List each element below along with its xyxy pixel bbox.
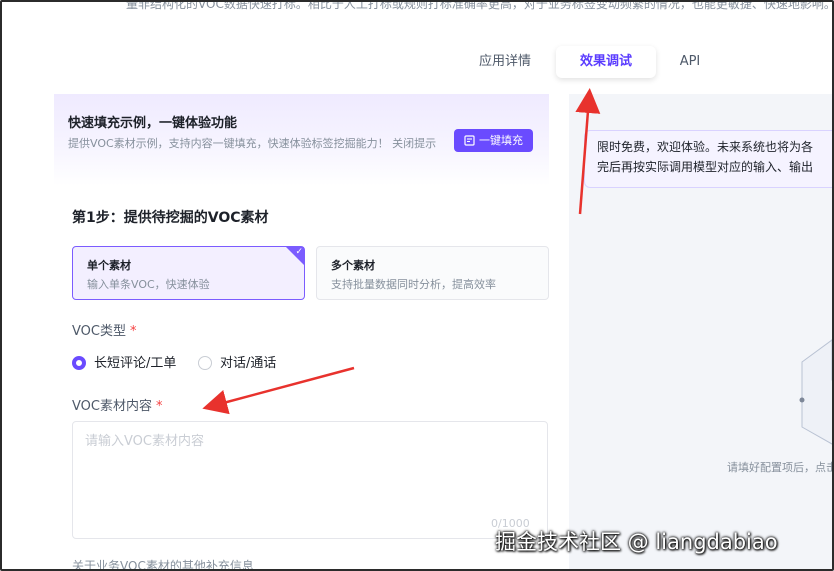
- voc-type-label: VOC类型 *: [72, 324, 137, 339]
- hexagon-illustration-icon: [799, 339, 832, 445]
- free-trial-notice: 限时免费，欢迎体验。未来系统也将为各 完后再按实际调用模型对应的输入、输出: [584, 130, 832, 188]
- one-click-fill-button[interactable]: 一键填充: [454, 129, 533, 152]
- app-window: 量非结构化的VOC数据快速打标。相比于人工打标或规则打标准确率更高，对于业务标签…: [0, 0, 834, 571]
- voc-content-label: VOC素材内容 *: [72, 399, 163, 414]
- option-multiple-desc: 支持批量数据同时分析，提高效率: [331, 278, 496, 291]
- banner-description: 提供VOC素材示例，支持内容一键填充，快速体验标签挖掘能力！ 关闭提示: [68, 137, 437, 150]
- radio-checked-icon: [72, 356, 86, 370]
- option-single-desc: 输入单条VOC，快速体验: [87, 278, 210, 291]
- extra-info-label: 关于业务VOC素材的其他补充信息: [72, 559, 254, 571]
- option-single-material[interactable]: 单个素材 输入单条VOC，快速体验 ✓: [72, 246, 305, 300]
- notice-line-1: 限时免费，欢迎体验。未来系统也将为各: [597, 140, 814, 154]
- tab-effect-debug[interactable]: 效果调试: [556, 46, 656, 78]
- page-description: 量非结构化的VOC数据快速打标。相比于人工打标或规则打标准确率更高，对于业务标签…: [126, 0, 834, 11]
- option-multiple-material[interactable]: 多个素材 支持批量数据同时分析，提高效率: [316, 246, 549, 300]
- empty-result-hint: 请填好配置项后，点击: [727, 461, 834, 474]
- option-multiple-title: 多个素材: [331, 259, 375, 272]
- voc-content-input[interactable]: 请输入VOC素材内容: [72, 421, 548, 539]
- tab-app-details[interactable]: 应用详情: [460, 46, 550, 78]
- check-icon: ✓: [295, 247, 303, 257]
- required-mark: *: [129, 324, 137, 339]
- radio-dialogue-call[interactable]: 对话/通话: [198, 352, 276, 371]
- banner-title: 快速填充示例，一键体验功能: [68, 116, 238, 131]
- radio-review-ticket[interactable]: 长短评论/工单: [72, 352, 176, 371]
- notice-line-2: 完后再按实际调用模型对应的输入、输出: [597, 160, 814, 174]
- required-mark: *: [155, 399, 163, 414]
- watermark: 掘金技术社区 @ liangdabiao: [495, 530, 778, 554]
- tab-api[interactable]: API: [664, 46, 716, 78]
- voc-content-placeholder: 请输入VOC素材内容: [85, 434, 204, 449]
- one-click-fill-label: 一键填充: [479, 134, 523, 147]
- radio-unchecked-icon: [198, 356, 212, 370]
- option-single-title: 单个素材: [87, 259, 131, 272]
- fill-icon: [464, 135, 475, 146]
- step1-title: 第1步：提供待挖掘的VOC素材: [72, 210, 269, 226]
